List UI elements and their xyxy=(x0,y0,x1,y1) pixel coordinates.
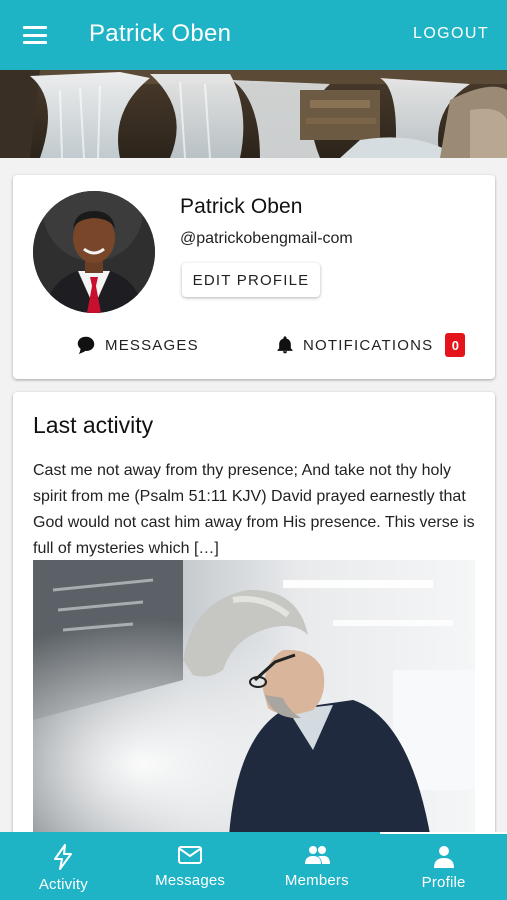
notifications-button[interactable]: NOTIFICATIONS 0 xyxy=(275,331,466,359)
messages-label: MESSAGES xyxy=(105,336,199,354)
nav-messages[interactable]: Messages xyxy=(127,832,254,900)
nav-messages-label: Messages xyxy=(155,872,226,889)
menu-icon[interactable] xyxy=(22,24,48,46)
person-icon xyxy=(433,846,454,868)
logout-button[interactable]: LOGOUT xyxy=(413,25,489,43)
lightning-icon xyxy=(54,844,73,870)
messages-button[interactable]: MESSAGES xyxy=(75,331,199,359)
app-bar: Patrick Oben LOGOUT xyxy=(0,0,507,70)
activity-card: Last activity Cast me not away from thy … xyxy=(13,392,495,852)
avatar[interactable] xyxy=(33,191,155,313)
edit-profile-button[interactable]: EDIT PROFILE xyxy=(182,263,320,297)
bell-icon xyxy=(277,336,293,354)
group-icon xyxy=(304,846,330,864)
notifications-label: NOTIFICATIONS xyxy=(303,336,434,354)
profile-handle: @patrickobengmail-com xyxy=(180,230,353,247)
nav-members-label: Members xyxy=(284,872,349,889)
chat-bubble-icon xyxy=(77,336,95,355)
nav-profile[interactable]: Profile xyxy=(380,832,507,900)
page-title: Patrick Oben xyxy=(89,20,232,47)
cover-photo xyxy=(0,70,507,158)
active-tab-indicator xyxy=(380,832,507,834)
nav-members[interactable]: Members xyxy=(254,832,381,900)
activity-text[interactable]: Cast me not away from thy presence; And … xyxy=(33,458,478,562)
profile-card: Patrick Oben @patrickobengmail-com EDIT … xyxy=(13,175,495,379)
activity-title: Last activity xyxy=(33,412,154,438)
bottom-navigation: Activity Messages Members Profile xyxy=(0,832,507,900)
nav-profile-label: Profile xyxy=(421,874,466,891)
nav-activity-label: Activity xyxy=(38,876,88,893)
notifications-badge: 0 xyxy=(445,333,466,357)
envelope-icon xyxy=(178,846,203,864)
activity-image[interactable] xyxy=(33,560,475,852)
nav-activity[interactable]: Activity xyxy=(0,832,127,900)
profile-name: Patrick Oben xyxy=(180,195,303,218)
